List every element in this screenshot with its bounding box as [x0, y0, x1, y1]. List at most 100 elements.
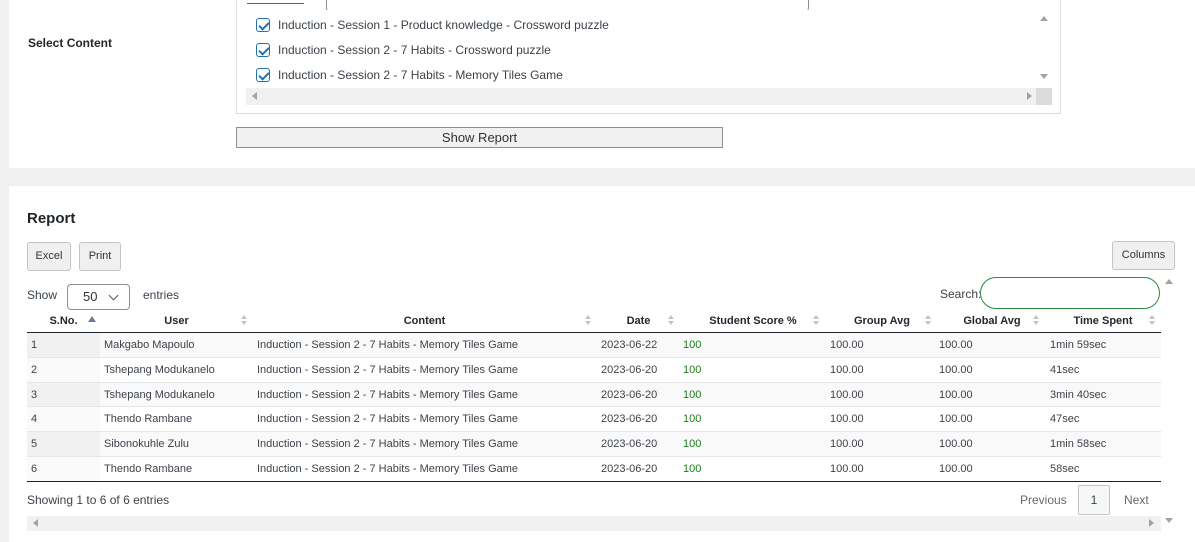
cell-time-spent: 1min 59sec — [1050, 339, 1107, 351]
cell-score: 100 — [683, 339, 702, 351]
pagination-next[interactable]: Next — [1124, 493, 1149, 507]
report-table: S.No. User Content Date Student Score % … — [27, 310, 1161, 482]
content-selection-panel: Select Content Induction - Session 1 - P… — [9, 0, 1195, 168]
sort-icon[interactable] — [813, 315, 819, 327]
cell-user: Tshepang Modukanelo — [104, 388, 215, 401]
cell-time-spent: 47sec — [1050, 413, 1080, 426]
column-header-content[interactable]: Content — [253, 310, 596, 332]
sort-icon[interactable] — [668, 315, 674, 327]
checkbox-checked[interactable] — [256, 43, 270, 57]
cell-user: Tshepang Modukanelo — [104, 363, 215, 376]
list-vertical-scrollbar[interactable] — [1036, 10, 1052, 88]
sort-icon[interactable] — [925, 315, 931, 327]
cell-user: Thendo Rambane — [104, 413, 193, 426]
cell-content: Induction - Session 2 - 7 Habits - Memor… — [257, 388, 519, 401]
cell-group-avg: 100.00 — [830, 363, 864, 376]
cell-score: 100 — [683, 438, 702, 451]
scroll-right-icon[interactable] — [1027, 92, 1032, 100]
scroll-left-icon[interactable] — [33, 519, 38, 527]
scroll-down-icon[interactable] — [1040, 74, 1048, 79]
cell-content: Induction - Session 2 - 7 Habits - Memor… — [257, 438, 519, 451]
pagination-previous[interactable]: Previous — [1020, 493, 1067, 507]
column-header-group-avg[interactable]: Group Avg — [825, 310, 939, 332]
scrollbar-corner — [1036, 88, 1052, 105]
checkbox-checked[interactable] — [256, 68, 270, 82]
cell-date: 2023-06-20 — [601, 462, 658, 475]
column-header-score[interactable]: Student Score % — [681, 310, 825, 332]
sort-icon[interactable] — [241, 315, 247, 327]
list-horizontal-scrollbar[interactable] — [246, 88, 1052, 105]
cell-time-spent: 41sec — [1050, 363, 1080, 376]
cell-date: 2023-06-22 — [601, 339, 658, 351]
scroll-down-icon[interactable] — [1165, 518, 1173, 523]
cell-date: 2023-06-20 — [601, 363, 658, 376]
cell-time-spent: 1min 58sec — [1050, 438, 1107, 451]
column-header-global-avg[interactable]: Global Avg — [939, 310, 1045, 332]
cell-global-avg: 100.00 — [939, 438, 973, 451]
cell-time-spent: 58sec — [1050, 462, 1080, 475]
cell-user: Makgabo Mapoulo — [104, 339, 195, 351]
cell-date: 2023-06-20 — [601, 413, 658, 426]
report-horizontal-scrollbar[interactable] — [27, 516, 1161, 531]
content-option-label: Induction - Session 1 - Product knowledg… — [278, 18, 609, 32]
pagination-page-current[interactable]: 1 — [1078, 485, 1110, 515]
scroll-up-icon[interactable] — [1040, 16, 1048, 21]
cell-content: Induction - Session 2 - 7 Habits - Memor… — [257, 363, 519, 376]
report-title: Report — [27, 210, 76, 227]
cell-sno: 6 — [27, 456, 100, 481]
report-panel: Report Excel Print Columns Show 50 entri… — [9, 186, 1195, 542]
sort-icon[interactable] — [1149, 315, 1155, 327]
print-button[interactable]: Print — [79, 242, 121, 271]
content-option[interactable]: Induction - Session 1 - Product knowledg… — [256, 16, 609, 34]
cell-date: 2023-06-20 — [601, 438, 658, 451]
columns-button[interactable]: Columns — [1112, 241, 1175, 270]
search-label: Search: — [940, 287, 982, 301]
cell-score: 100 — [683, 363, 702, 376]
table-row: 2 Tshepang Modukanelo Induction - Sessio… — [27, 357, 1161, 383]
scroll-up-icon[interactable] — [1165, 279, 1173, 284]
entries-per-page-value: 50 — [83, 289, 98, 304]
search-input[interactable] — [980, 277, 1160, 309]
column-header-user[interactable]: User — [100, 310, 253, 332]
scroll-right-icon[interactable] — [1149, 519, 1154, 527]
cell-time-spent: 3min 40sec — [1050, 388, 1107, 401]
show-report-button[interactable]: Show Report — [236, 127, 723, 148]
sort-icon[interactable] — [585, 315, 591, 327]
cell-content: Induction - Session 2 - 7 Habits - Memor… — [257, 462, 519, 475]
table-row: 4 Thendo Rambane Induction - Session 2 -… — [27, 407, 1161, 433]
cell-date: 2023-06-20 — [601, 388, 658, 401]
cell-sno: 2 — [27, 357, 100, 382]
show-label: Show — [27, 288, 58, 302]
cell-user: Sibonokuhle Zulu — [104, 438, 190, 451]
table-info: Showing 1 to 6 of 6 entries — [27, 493, 170, 507]
cell-score: 100 — [683, 462, 702, 475]
cell-global-avg: 100.00 — [939, 462, 973, 475]
sort-icon[interactable] — [1033, 315, 1039, 327]
entries-per-page-select[interactable]: 50 — [67, 284, 130, 310]
export-excel-button[interactable]: Excel — [27, 242, 71, 271]
column-header-time-spent[interactable]: Time Spent — [1045, 310, 1161, 332]
content-option-label: Induction - Session 2 - 7 Habits - Memor… — [278, 68, 563, 82]
table-row: 3 Tshepang Modukanelo Induction - Sessio… — [27, 382, 1161, 408]
table-row: 1 Makgabo Mapoulo Induction - Session 2 … — [27, 333, 1161, 358]
cell-sno: 4 — [27, 407, 100, 432]
cell-group-avg: 100.00 — [830, 388, 864, 401]
scroll-left-icon[interactable] — [252, 92, 257, 100]
cell-score: 100 — [683, 388, 702, 401]
content-option[interactable]: Induction - Session 2 - 7 Habits - Cross… — [256, 41, 551, 59]
content-option[interactable]: Induction - Session 2 - 7 Habits - Memor… — [256, 66, 563, 84]
content-listbox[interactable]: Induction - Session 1 - Product knowledg… — [236, 0, 1061, 114]
chevron-down-icon — [108, 290, 119, 301]
report-vertical-scrollbar[interactable] — [1161, 276, 1177, 530]
cell-global-avg: 100.00 — [939, 339, 973, 351]
cell-content: Induction - Session 2 - 7 Habits - Memor… — [257, 339, 519, 351]
checkbox-checked[interactable] — [256, 18, 270, 32]
content-options-list: Induction - Session 1 - Product knowledg… — [246, 10, 1052, 105]
cell-group-avg: 100.00 — [830, 438, 864, 451]
cell-group-avg: 100.00 — [830, 413, 864, 426]
sort-ascending-icon[interactable] — [88, 315, 96, 327]
filter-link[interactable] — [247, 0, 304, 4]
cell-user: Thendo Rambane — [104, 462, 193, 475]
table-row: 6 Thendo Rambane Induction - Session 2 -… — [27, 456, 1161, 482]
cell-group-avg: 100.00 — [830, 462, 864, 475]
